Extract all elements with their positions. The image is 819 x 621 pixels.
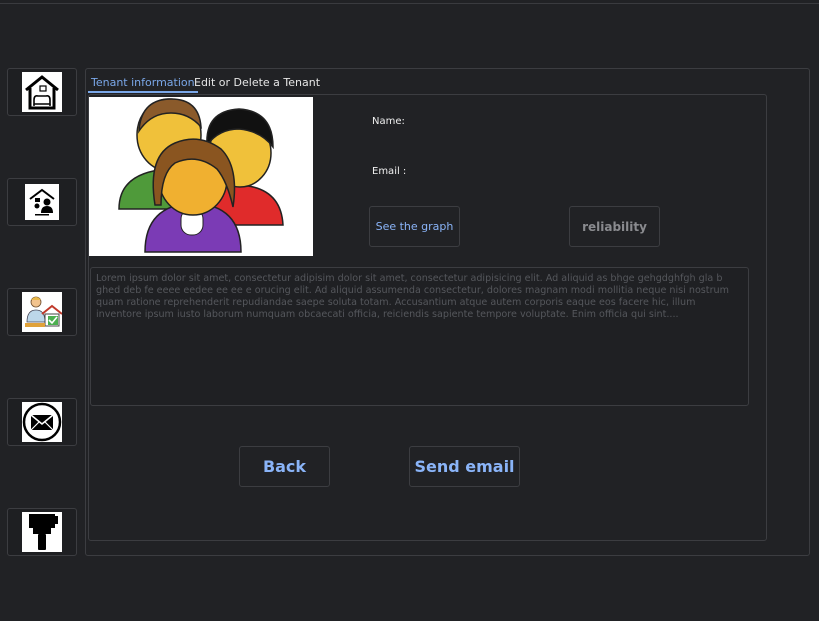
name-label: Name:	[372, 116, 405, 127]
sidebar-item-tenants[interactable]	[7, 178, 77, 226]
agent-house-check-icon	[22, 292, 62, 332]
app-window: Tenant information Edit or Delete a Tena…	[0, 0, 819, 621]
back-button[interactable]: Back	[239, 446, 330, 487]
email-label: Email :	[372, 166, 407, 177]
sidebar-item-email[interactable]	[7, 398, 77, 446]
envelope-icon	[22, 402, 62, 442]
sidebar-item-home[interactable]	[7, 68, 77, 116]
sidebar-item-theme[interactable]	[7, 508, 77, 556]
tab-edit-delete-tenant[interactable]: Edit or Delete a Tenant	[191, 75, 323, 91]
tab-tenant-information[interactable]: Tenant information	[88, 75, 198, 93]
send-email-button[interactable]: Send email	[409, 446, 520, 487]
paint-brush-icon	[22, 512, 62, 552]
house-furniture-icon	[22, 72, 62, 112]
people-group-icon	[118, 98, 284, 253]
see-graph-button[interactable]: See the graph	[369, 206, 460, 247]
reliability-button[interactable]: reliability	[569, 206, 660, 247]
sidebar-item-agents[interactable]	[7, 288, 77, 336]
description-textarea[interactable]: Lorem ipsum dolor sit amet, consectetur …	[90, 267, 749, 406]
top-divider	[0, 3, 819, 4]
tenant-house-icon	[25, 184, 59, 220]
tenant-group-image	[89, 97, 313, 256]
